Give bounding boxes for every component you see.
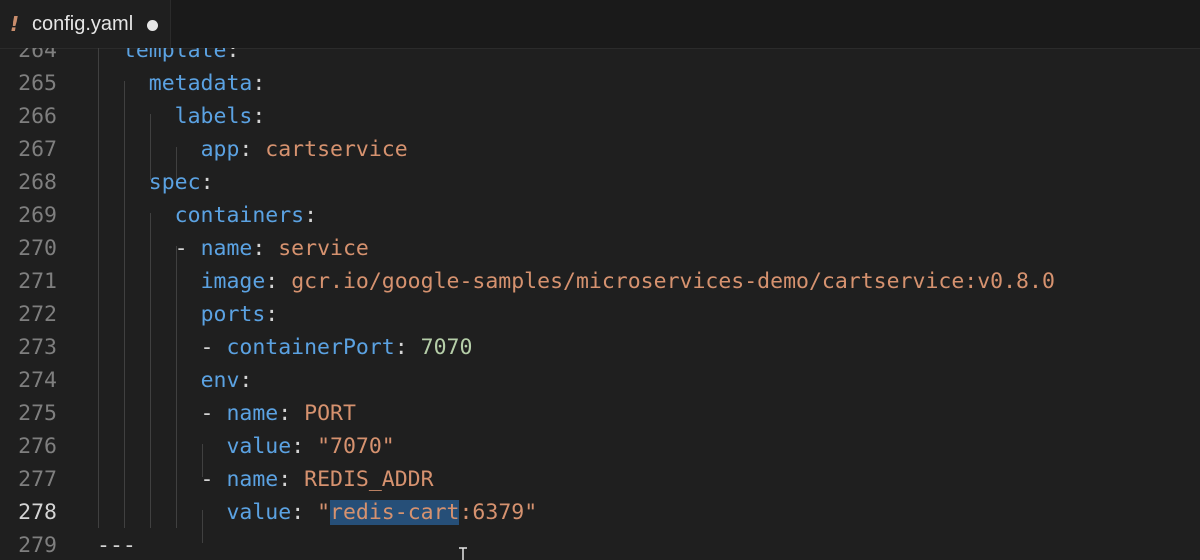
- line-number: 267: [18, 137, 57, 162]
- line-number: 271: [18, 269, 57, 294]
- yaml-value: cartservice: [265, 137, 408, 162]
- yaml-exclamation-icon: !: [10, 12, 20, 36]
- yaml-key: name: [226, 467, 279, 492]
- code-text: - name: REDIS_ADDR: [97, 467, 434, 492]
- code-text: value: "7070": [226, 434, 395, 459]
- code-line[interactable]: 270 - name: service: [0, 232, 1200, 265]
- line-number: 277: [18, 467, 57, 492]
- yaml-value: gcr.io/google-samples/microservices-demo…: [291, 269, 1055, 294]
- unsaved-dot-icon[interactable]: [147, 19, 159, 31]
- yaml-value: 7070: [420, 335, 473, 360]
- code-text: - name: PORT: [97, 401, 356, 426]
- line-number: 270: [18, 236, 57, 261]
- code-line[interactable]: 276 value: "7070": [0, 430, 1200, 463]
- line-number: 272: [18, 302, 57, 327]
- line-number: 265: [18, 71, 57, 96]
- tab-bar: ! config.yaml: [0, 0, 1200, 49]
- code-line[interactable]: 268 spec:: [0, 166, 1200, 199]
- code-editor[interactable]: 264 template: 265 metadata: 266 labels: 267…: [0, 48, 1200, 560]
- yaml-key: env: [200, 368, 240, 393]
- code-line[interactable]: 275 - name: PORT: [0, 397, 1200, 430]
- yaml-key: containers: [174, 203, 305, 228]
- text-cursor-icon: [458, 547, 468, 560]
- line-number: 273: [18, 335, 57, 360]
- yaml-value: "7070": [317, 434, 395, 459]
- code-line[interactable]: 279 ---: [0, 529, 1200, 560]
- line-number: 266: [18, 104, 57, 129]
- line-number: 268: [18, 170, 57, 195]
- tab-title: config.yaml: [32, 12, 134, 35]
- line-number: 275: [18, 401, 57, 426]
- code-line[interactable]: 271 image: gcr.io/google-samples/microse…: [0, 265, 1200, 298]
- yaml-key: app: [200, 137, 240, 162]
- yaml-key: value: [226, 434, 292, 459]
- line-number: 279: [18, 533, 57, 558]
- code-text: image: gcr.io/google-samples/microservic…: [200, 269, 1055, 294]
- line-number: 278: [18, 500, 57, 525]
- line-number: 269: [18, 203, 57, 228]
- yaml-key: value: [226, 500, 292, 525]
- code-line[interactable]: 266 labels:: [0, 100, 1200, 133]
- code-text: labels:: [174, 104, 266, 129]
- tab-config-yaml[interactable]: ! config.yaml: [0, 0, 171, 48]
- yaml-key: template: [122, 48, 227, 63]
- yaml-key: labels: [174, 104, 253, 129]
- code-line[interactable]: 277 - name: REDIS_ADDR: [0, 463, 1200, 496]
- code-text: metadata:: [148, 71, 266, 96]
- code-text: spec:: [148, 170, 214, 195]
- code-text: - containerPort: 7070: [97, 335, 473, 360]
- code-line[interactable]: 274 env:: [0, 364, 1200, 397]
- yaml-key: containerPort: [226, 335, 395, 360]
- yaml-value: PORT: [304, 401, 356, 426]
- code-text: value: "redis-cart:6379": [226, 500, 538, 525]
- code-text: template:: [97, 48, 240, 67]
- code-line[interactable]: 273 - containerPort: 7070: [0, 331, 1200, 364]
- code-text: env:: [200, 368, 253, 393]
- document-separator: ---: [97, 533, 136, 558]
- text-selection[interactable]: redis-cart: [330, 500, 460, 525]
- code-text: ---: [97, 529, 136, 560]
- code-text: ports:: [200, 302, 279, 327]
- yaml-key: name: [226, 401, 279, 426]
- line-number: 274: [18, 368, 57, 393]
- code-line[interactable]: 267 app: cartservice: [0, 133, 1200, 166]
- line-number: 276: [18, 434, 57, 459]
- code-text: containers:: [174, 203, 318, 228]
- code-line[interactable]: 264 template:: [0, 48, 1200, 67]
- yaml-key: image: [200, 269, 266, 294]
- code-text: - name: service: [97, 236, 369, 261]
- yaml-key: spec: [148, 170, 201, 195]
- yaml-key: metadata: [148, 71, 253, 96]
- line-number: 264: [18, 48, 57, 63]
- code-line[interactable]: 269 containers:: [0, 199, 1200, 232]
- code-line[interactable]: 278 value: "redis-cart:6379": [0, 496, 1200, 529]
- code-line[interactable]: 265 metadata:: [0, 67, 1200, 100]
- yaml-value: REDIS_ADDR: [304, 467, 434, 492]
- yaml-key: name: [200, 236, 253, 261]
- yaml-key: ports: [200, 302, 266, 327]
- code-line[interactable]: 272 ports:: [0, 298, 1200, 331]
- code-text: app: cartservice: [200, 137, 408, 162]
- yaml-value: service: [278, 236, 369, 261]
